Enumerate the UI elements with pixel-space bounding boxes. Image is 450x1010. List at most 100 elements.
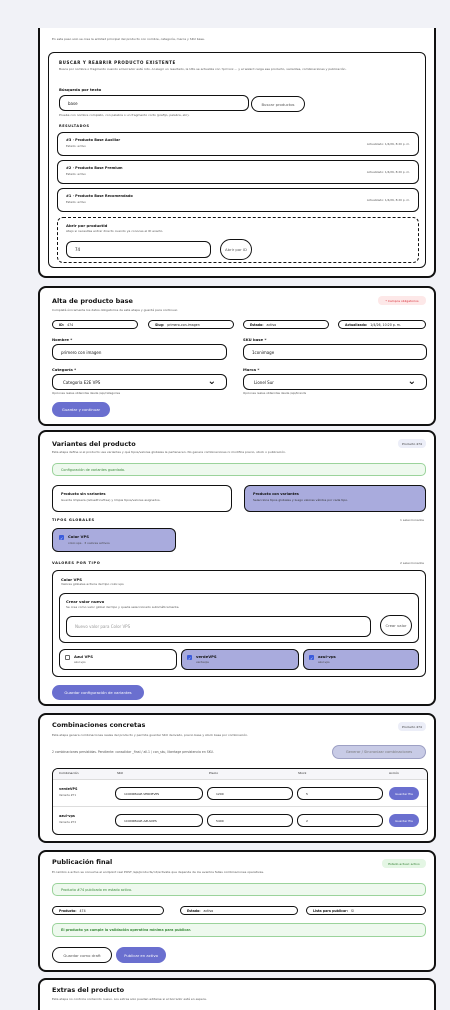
create-value-button[interactable]: Crear valor	[380, 615, 412, 636]
checkbox-empty-icon[interactable]	[65, 654, 70, 660]
row-sku-input[interactable]: 1CONIMAGE-VERDEVPS	[115, 787, 203, 800]
create-value-section: Crear valor nuevo Se crea como valor glo…	[59, 593, 419, 643]
generate-combinations-button[interactable]: Generar / Sincronizar combinaciones	[332, 745, 426, 759]
search-card: En este paso solo se crea la entidad pri…	[38, 28, 436, 278]
category-select[interactable]: Categoría E2E VPS ⌄	[52, 374, 227, 390]
result-status: Estado: activo	[66, 200, 86, 204]
row-sku-input[interactable]: 1CONIMAGE-AZULVPS	[115, 814, 203, 827]
row-price-input[interactable]: 1200	[207, 787, 293, 800]
type-color-name-row: ✓ Color VPS	[59, 534, 89, 541]
publication-desc: El cambio a activo se consume el endpoin…	[52, 870, 265, 874]
search-input[interactable]: base	[59, 95, 249, 111]
col-action: Acción	[389, 771, 399, 775]
variants-desc: Esta etapa define si el producto usa var…	[52, 450, 286, 454]
search-products-button[interactable]: Buscar productos	[251, 96, 305, 112]
value-option[interactable]: Azul VPS azul-vps	[59, 649, 177, 670]
option-without-variants[interactable]: Producto sin variantes Guarda limpieza (…	[52, 485, 232, 512]
new-value-placeholder: Nuevo valor para Color VPS	[75, 624, 131, 629]
value-option[interactable]: ✓ verdeVPS verdevps	[181, 649, 299, 670]
brand-hint: Opciones reales obtenidas desde /api/bra…	[243, 391, 307, 395]
publication-product-chip: Producto: 474	[52, 906, 164, 915]
name-input[interactable]: primero con imagen	[52, 344, 227, 360]
result-updated: Actualizado: 1/4/26, 8:20 p. m.	[366, 170, 410, 174]
value-option[interactable]: ✓ azul-vps azul-vps	[303, 649, 419, 670]
category-label: Categoría *	[52, 367, 77, 372]
published-banner: Producto #74 publicado en estado activo.	[52, 883, 426, 896]
save-variants-button[interactable]: Guardar configuración de variantes	[52, 685, 144, 700]
brand-value: Lionel Sur	[254, 379, 274, 385]
chevron-down-icon: ⌄	[407, 376, 416, 387]
checkbox-checked-icon[interactable]: ✓	[309, 654, 314, 661]
category-value: Categoría E2E VPS	[63, 379, 101, 385]
save-continue-button[interactable]: Guardar y continuar	[52, 402, 110, 417]
new-value-input[interactable]: Nuevo valor para Color VPS	[66, 616, 371, 637]
combinations-desc: Esta etapa genera combinaciones reales d…	[52, 733, 249, 737]
row-variant-id: Variante #71	[59, 794, 77, 797]
publication-title: Publicación final	[52, 858, 113, 866]
combinations-title: Combinaciones concretas	[52, 721, 146, 729]
combinations-card: Combinaciones concretas Producto 474 Est…	[38, 713, 436, 843]
product-base-title: Alta de producto base	[52, 297, 133, 305]
result-item[interactable]: #1 · Producto Base Recomendado Estado: a…	[57, 188, 419, 212]
result-item[interactable]: #3 · Producto Base Auxiliar Estado: acti…	[57, 132, 419, 156]
result-name: #2 · Producto Base Premium	[66, 166, 123, 170]
updated-chip: Actualizado: 1/4/26, 10:20 p. m.	[338, 320, 426, 329]
value-name-row: ✓ azul-vps	[309, 654, 336, 661]
publication-card: Publicación final Estado actual: activo …	[38, 850, 436, 972]
value-name-row: ✓ verdeVPS	[187, 654, 217, 661]
sku-input[interactable]: 1conimage	[243, 344, 427, 360]
results-title: RESULTADOS	[59, 124, 90, 128]
value-name-row: Azul VPS	[65, 654, 93, 660]
product-base-desc: Completá únicamente los datos obligatori…	[52, 308, 178, 312]
option-without-title: Producto sin variantes	[61, 492, 106, 496]
result-status: Estado: activo	[66, 172, 86, 176]
brand-select[interactable]: Lionel Sur ⌄	[243, 374, 427, 390]
row-price-input[interactable]: 5400	[207, 814, 293, 827]
checkbox-checked-icon[interactable]: ✓	[59, 534, 64, 541]
row-combination-name: azul-vps	[59, 814, 75, 818]
global-types-title: TIPOS GLOBALES	[52, 518, 95, 522]
publish-active-button[interactable]: Publicar en activo	[116, 947, 166, 963]
type-color-vps[interactable]: ✓ Color VPS color-vps · 3 valores activos	[52, 528, 176, 552]
values-count: 2 seleccionados	[400, 561, 424, 565]
save-draft-button[interactable]: Guardar como draft	[52, 947, 112, 963]
row-stock-input[interactable]: 2	[297, 814, 383, 827]
variants-card: Variantes del producto Producto 474 Esta…	[38, 430, 436, 706]
row-stock-input[interactable]: 5	[297, 787, 383, 800]
required-badge: * Campos obligatorios	[378, 296, 426, 305]
open-id-hint: Atajo si necesitas entrar directo cuando…	[66, 229, 164, 233]
option-with-variants[interactable]: Producto con variantes Selecciona tipos …	[244, 485, 426, 512]
search-label: Búsqueda por texto	[59, 87, 102, 92]
table-row: azul-vps Variante #72 1CONIMAGE-AZULVPS …	[53, 807, 427, 834]
result-status: Estado: activo	[66, 144, 86, 148]
checkbox-checked-icon[interactable]: ✓	[187, 654, 192, 661]
option-with-desc: Selecciona tipos globales y luego valore…	[253, 498, 348, 502]
create-value-title: Crear valor nuevo	[66, 599, 105, 604]
publication-ready-chip: Lista para publicar: Sí	[306, 906, 426, 915]
extras-card: Extras del producto Esta etapa no contro…	[38, 978, 436, 1010]
row-variant-id: Variante #72	[59, 821, 77, 824]
open-by-id-button[interactable]: Abrir por ID	[220, 239, 252, 260]
result-item[interactable]: #2 · Producto Base Premium Estado: activ…	[57, 160, 419, 184]
extras-title: Extras del producto	[52, 986, 125, 994]
result-name: #1 · Producto Base Recomendado	[66, 194, 133, 198]
type-name: Color VPS	[68, 534, 89, 539]
status-chip: Estado: activo	[243, 320, 329, 329]
type-meta: color-vps · 3 valores activos	[68, 541, 110, 545]
option-with-title: Producto con variantes	[253, 492, 299, 496]
variants-product-badge: Producto 474	[398, 439, 426, 448]
variants-title: Variantes del producto	[52, 440, 136, 448]
value-name: verdeVPS	[196, 654, 217, 659]
product-id-input[interactable]: 74	[66, 241, 211, 258]
col-stock: Stock	[298, 771, 307, 775]
save-row-button[interactable]: Guardar fila	[389, 787, 419, 800]
open-by-id-section: Abrir por productId Atajo si necesitas e…	[57, 217, 419, 263]
value-name: Azul VPS	[74, 654, 93, 659]
col-sku: SKU	[117, 771, 123, 775]
open-id-label: Abrir por productId	[66, 223, 108, 228]
global-types-count: 1 seleccionados	[400, 518, 424, 522]
validation-banner: El producto ya cumple la validación oper…	[52, 923, 426, 937]
name-label: Nombre *	[52, 337, 73, 342]
variants-saved-banner: Configuración de variantes guardada.	[52, 463, 426, 476]
save-row-button[interactable]: Guardar fila	[389, 814, 419, 827]
